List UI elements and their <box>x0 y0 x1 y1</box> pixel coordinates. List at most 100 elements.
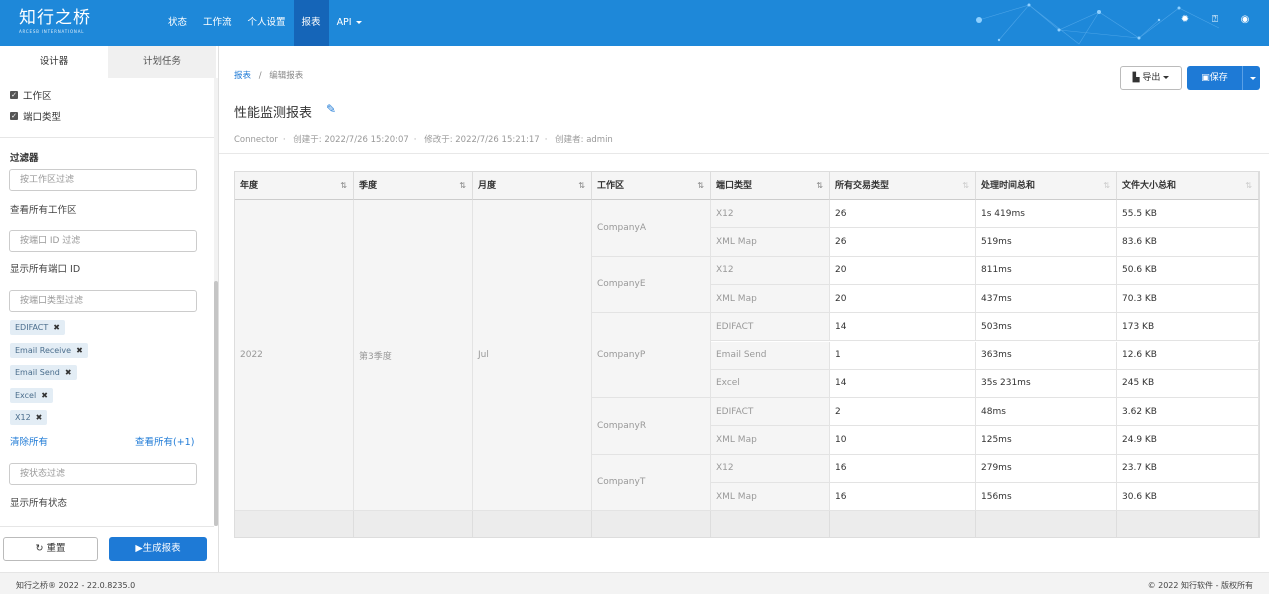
sort-icon[interactable]: ⇅ <box>459 172 466 200</box>
table-cell: 50.6 KB <box>1117 256 1259 285</box>
close-icon[interactable]: ✖ <box>41 391 48 400</box>
nav-workflow[interactable]: 工作流 <box>195 0 240 46</box>
column-header[interactable]: 所有交易类型 ⇅ <box>830 172 976 200</box>
nav-settings[interactable]: 个人设置 <box>240 0 294 46</box>
table-cell: 70.3 KB <box>1117 284 1259 314</box>
footer-cell <box>976 511 1117 538</box>
cell-quarter: 第3季度 <box>354 200 473 512</box>
reset-button[interactable]: ↻ 重置 <box>3 537 98 561</box>
footer-cell <box>592 511 711 538</box>
chip-label: Excel <box>15 391 37 400</box>
column-header-label: 所有交易类型 <box>835 181 890 191</box>
table-cell: XML Map <box>711 426 830 455</box>
column-header[interactable]: 季度 ⇅ <box>354 172 473 200</box>
designer-sidebar: 设计器 计划任务 ✓ 工作区 ✓ 端口类型 过滤器 按工作区过滤 查看所有工作区… <box>0 46 219 572</box>
table-cell: 3.62 KB <box>1117 398 1259 427</box>
help-icon[interactable]: ⍰ <box>1209 14 1221 25</box>
port-id-filter-input[interactable]: 按端口 ID 过滤 <box>9 230 197 252</box>
column-header[interactable]: 月度 ⇅ <box>473 172 592 200</box>
meta-created: 创建于: 2022/7/26 15:20:07 <box>293 135 409 145</box>
chip-edifact: EDIFACT ✖ <box>10 320 65 335</box>
sort-icon[interactable]: ⇅ <box>340 172 347 200</box>
table-cell: 437ms <box>976 284 1117 314</box>
close-icon[interactable]: ✖ <box>76 346 83 355</box>
sort-icon[interactable]: ⇅ <box>1103 172 1110 200</box>
chip-label: Email Receive <box>15 346 72 355</box>
cell-workspace: CompanyE <box>592 256 711 314</box>
cell-workspace: CompanyP <box>592 313 711 399</box>
table-cell: 83.6 KB <box>1117 228 1259 257</box>
table-cell: 2 <box>830 398 976 427</box>
close-icon[interactable]: ✖ <box>65 368 72 377</box>
table-cell: 10 <box>830 426 976 455</box>
table-cell: 12.6 KB <box>1117 341 1259 370</box>
column-header-label: 文件大小总和 <box>1122 181 1177 191</box>
table-cell: XML Map <box>711 228 830 257</box>
nav-api[interactable]: API <box>329 0 370 46</box>
table-cell: EDIFACT <box>711 398 830 427</box>
tab-designer[interactable]: 设计器 <box>0 46 108 78</box>
gear-icon[interactable]: ✹ <box>1179 14 1191 25</box>
report-table: 年度 ⇅ 季度 ⇅ 月度 ⇅ 工作区 ⇅ 端口类型 ⇅ 所有交易类型 ⇅ 处理时间总和 ⇅ 文件大小总和 ⇅ 2… <box>234 171 1260 538</box>
check-port-type-label: 端口类型 <box>23 112 62 123</box>
page-footer: 知行之桥® 2022 - 22.0.8235.0 © 2022 知行软件 - 版… <box>0 572 1269 594</box>
chip-excel: Excel ✖ <box>10 388 53 403</box>
workspace-filter-input[interactable]: 按工作区过滤 <box>9 169 197 191</box>
column-header[interactable]: 端口类型 ⇅ <box>711 172 830 200</box>
view-all-link[interactable]: 查看所有(+1) <box>135 434 194 448</box>
nav-status[interactable]: 状态 <box>160 0 195 46</box>
breadcrumb-reports[interactable]: 报表 <box>234 71 251 81</box>
chip-label: X12 <box>15 413 31 422</box>
column-header[interactable]: 处理时间总和 ⇅ <box>976 172 1117 200</box>
sort-icon[interactable]: ⇅ <box>697 172 704 200</box>
column-header[interactable]: 文件大小总和 ⇅ <box>1117 172 1259 200</box>
table-cell: 35s 231ms <box>976 369 1117 399</box>
footer-cell <box>1117 511 1259 538</box>
user-icon[interactable]: ◉ <box>1239 14 1251 25</box>
close-icon[interactable]: ✖ <box>36 413 43 422</box>
play-icon: ▶ <box>135 543 143 554</box>
refresh-icon: ↻ <box>35 543 44 554</box>
table-cell: 48ms <box>976 398 1117 427</box>
chevron-down-icon <box>1163 76 1170 79</box>
cell-workspace: CompanyA <box>592 200 711 257</box>
table-cell: 55.5 KB <box>1117 200 1259 229</box>
nav-reports[interactable]: 报表 <box>293 0 329 46</box>
breadcrumb: 报表 / 编辑报表 <box>234 69 303 81</box>
sidebar-scroll-thumb[interactable] <box>214 281 218 526</box>
column-header-label: 处理时间总和 <box>981 181 1036 191</box>
generate-report-button[interactable]: ▶生成报表 <box>109 537 207 561</box>
column-header[interactable]: 工作区 ⇅ <box>592 172 711 200</box>
table-cell: X12 <box>711 256 830 285</box>
nav-workflow-label: 工作流 <box>203 17 232 28</box>
sort-icon[interactable]: ⇅ <box>578 172 585 200</box>
page-title: 性能监测报表 <box>234 106 313 121</box>
export-button[interactable]: ▙ 导出 <box>1120 66 1182 90</box>
top-icons: ✹ ⍰ ◉ <box>1179 14 1251 25</box>
check-port-type[interactable]: ✓ 端口类型 <box>10 109 61 123</box>
cell-month: Jul <box>473 200 592 512</box>
cell-year: 2022 <box>235 200 354 512</box>
chip-email-send: Email Send ✖ <box>10 365 77 380</box>
sort-icon[interactable]: ⇅ <box>962 172 969 200</box>
logo[interactable]: 知行之桥 ARCESB INTERNATIONAL <box>19 8 91 34</box>
check-workspace[interactable]: ✓ 工作区 <box>10 88 52 102</box>
table-footer-row <box>235 511 1259 538</box>
clear-all-link[interactable]: 清除所有 <box>10 434 48 448</box>
chip-x12: X12 ✖ <box>10 410 48 425</box>
sort-icon[interactable]: ⇅ <box>816 172 823 200</box>
table-cell: Excel <box>711 369 830 399</box>
table-cell: EDIFACT <box>711 313 830 342</box>
save-button[interactable]: ▣保存 <box>1187 66 1260 90</box>
chevron-down-icon[interactable] <box>1250 77 1256 80</box>
sort-icon[interactable]: ⇅ <box>1245 172 1252 200</box>
tab-schedule[interactable]: 计划任务 <box>108 46 216 78</box>
column-header[interactable]: 年度 ⇅ <box>235 172 354 200</box>
footer-copyright: © 2022 知行软件 - 版权所有 <box>1147 581 1253 590</box>
status-filter-input[interactable]: 按状态过滤 <box>9 463 197 485</box>
chip-email-receive: Email Receive ✖ <box>10 343 88 358</box>
port-type-filter-input[interactable]: 按端口类型过滤 <box>9 290 197 312</box>
divider <box>219 153 1269 154</box>
close-icon[interactable]: ✖ <box>53 323 60 332</box>
edit-icon[interactable]: ✎ <box>326 102 336 116</box>
